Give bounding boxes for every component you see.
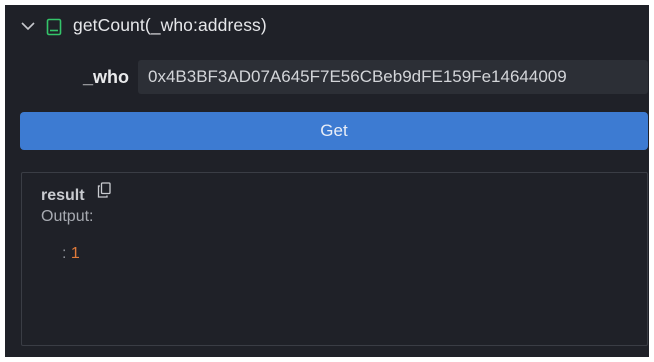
chevron-down-icon[interactable] bbox=[21, 21, 35, 31]
function-title: getCount(_who:address) bbox=[73, 15, 267, 35]
result-label: result bbox=[41, 187, 85, 204]
output-label: Output: bbox=[41, 208, 94, 225]
result-panel: result Output: : 1 bbox=[21, 172, 648, 346]
function-header[interactable]: getCount(_who:address) bbox=[5, 5, 649, 47]
param-label-who: _who bbox=[83, 67, 130, 87]
output-value: 1 bbox=[70, 245, 80, 262]
get-button[interactable]: Get bbox=[20, 112, 648, 150]
output-separator: : bbox=[62, 245, 67, 262]
output-row: : 1 bbox=[62, 245, 80, 263]
function-icon bbox=[46, 18, 62, 36]
param-input-who[interactable] bbox=[138, 60, 648, 94]
function-panel: getCount(_who:address) _who Get result O… bbox=[5, 5, 649, 357]
copy-icon[interactable] bbox=[97, 182, 111, 198]
